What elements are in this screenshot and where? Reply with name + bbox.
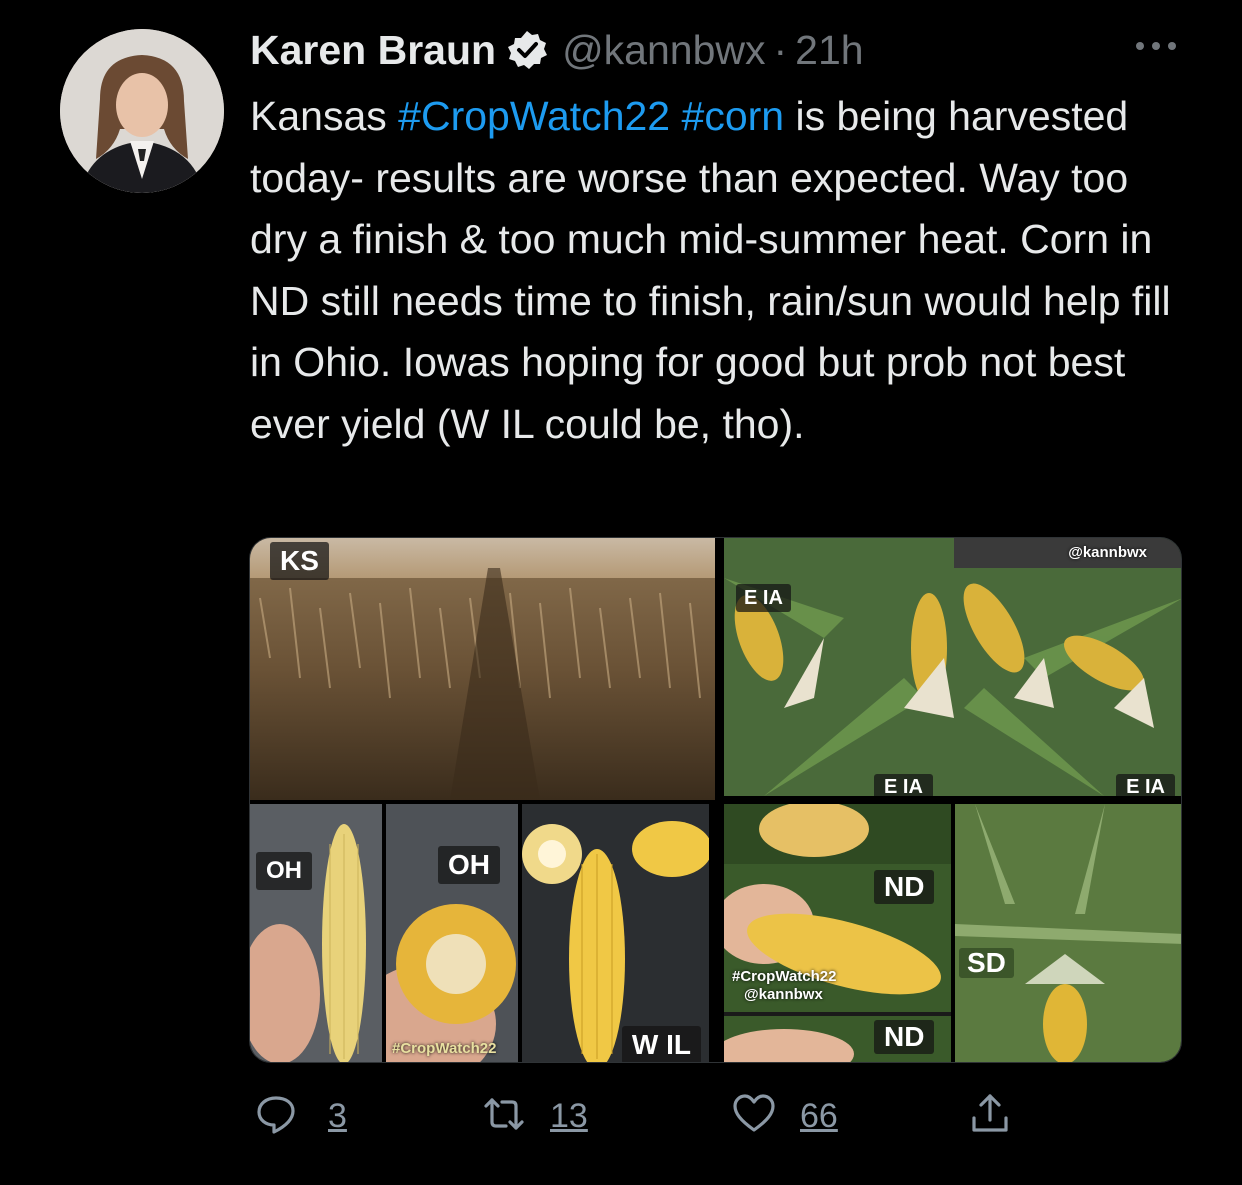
like-button[interactable]: 66 bbox=[730, 1088, 838, 1144]
heart-icon bbox=[730, 1090, 778, 1143]
author-avatar[interactable] bbox=[60, 29, 224, 193]
header-separator: · bbox=[773, 26, 788, 73]
photo-ks-field[interactable]: KS bbox=[250, 538, 715, 800]
label-eia-top: E IA bbox=[736, 584, 791, 612]
reply-button[interactable]: 3 bbox=[252, 1088, 347, 1144]
tweet-header: Karen Braun @kannbwx · 21h bbox=[250, 24, 864, 76]
share-button[interactable] bbox=[966, 1088, 1014, 1144]
label-eia-bottom-2: E IA bbox=[1116, 774, 1175, 796]
photo-sd-field[interactable]: SD bbox=[955, 804, 1181, 1062]
author-handle[interactable]: @kannbwx bbox=[562, 27, 765, 74]
tweet-text-segment: is being harvested today- results are wo… bbox=[250, 93, 1171, 447]
like-count: 66 bbox=[800, 1096, 838, 1135]
retweet-button[interactable]: 13 bbox=[480, 1088, 588, 1144]
label-wil: W IL bbox=[621, 1026, 701, 1062]
tweet-timestamp[interactable]: 21h bbox=[795, 27, 863, 74]
label-nd-1: ND bbox=[874, 870, 935, 904]
label-ks: KS bbox=[270, 542, 329, 580]
reply-icon bbox=[252, 1090, 300, 1143]
reply-count: 3 bbox=[328, 1096, 347, 1135]
hashtag-link[interactable]: #CropWatch22 bbox=[398, 93, 670, 139]
photo-eia-ears[interactable]: @kannbwx E IA E IA E IA bbox=[724, 538, 1181, 796]
more-dots-icon[interactable] bbox=[1132, 36, 1180, 56]
photo-nd-ears[interactable]: ND #CropWatch22 @kannbwx ND bbox=[724, 804, 951, 1062]
photo-oh-husk[interactable]: OH bbox=[250, 804, 382, 1062]
label-oh-2: OH bbox=[438, 846, 500, 884]
author-name[interactable]: Karen Braun bbox=[250, 27, 496, 74]
watermark-kannbwx-nd: @kannbwx bbox=[744, 986, 823, 1003]
label-nd-2: ND bbox=[874, 1020, 935, 1054]
share-icon bbox=[966, 1090, 1014, 1143]
grid-divider-horizontal-right bbox=[724, 796, 1181, 804]
photo-oh-cross-section[interactable]: OH #CropWatch22 bbox=[386, 804, 518, 1062]
watermark-kannbwx-top: @kannbwx bbox=[1068, 544, 1147, 561]
hashtag-link[interactable]: #corn bbox=[682, 93, 785, 139]
grid-divider-vertical bbox=[715, 538, 724, 1062]
retweet-icon bbox=[480, 1090, 528, 1143]
label-eia-bottom-1: E IA bbox=[874, 774, 933, 796]
watermark-cropwatch-nd: #CropWatch22 bbox=[732, 968, 837, 985]
label-sd: SD bbox=[959, 948, 1014, 978]
tweet-text-segment: Kansas bbox=[250, 93, 399, 139]
photo-wil-ear[interactable]: W IL bbox=[522, 804, 709, 1062]
tweet-text: Kansas #CropWatch22 #corn is being harve… bbox=[250, 86, 1190, 455]
grid-divider-horizontal bbox=[250, 800, 715, 804]
retweet-count: 13 bbox=[550, 1096, 588, 1135]
tweet-actions: 3 13 66 bbox=[252, 1088, 1042, 1144]
watermark-cropwatch-oh: #CropWatch22 bbox=[392, 1040, 497, 1057]
media-grid[interactable]: KS @kannbwx E IA E IA E IA OH OH #CropWa… bbox=[249, 537, 1182, 1063]
tweet-text-segment bbox=[670, 93, 681, 139]
label-oh-1: OH bbox=[256, 852, 312, 890]
verified-badge-icon bbox=[506, 29, 548, 71]
